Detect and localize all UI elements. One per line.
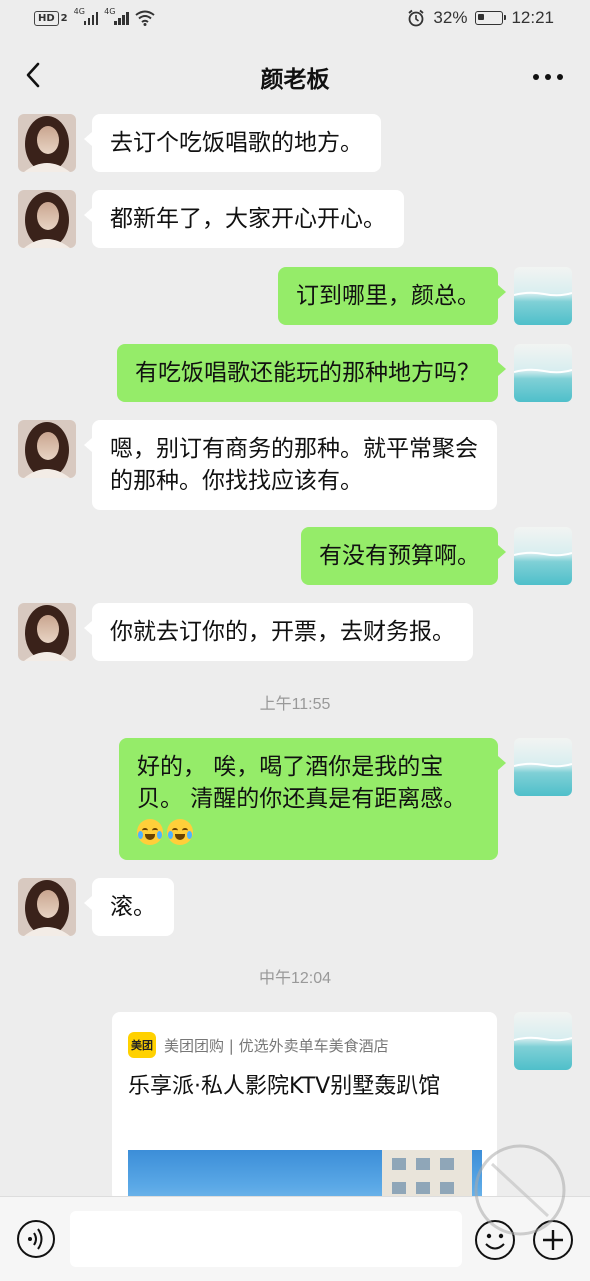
voice-icon[interactable] [16, 1219, 56, 1259]
chat-title[interactable]: 颜老板 [0, 60, 590, 94]
sob-laugh-emoji [137, 818, 163, 845]
status-bar: HD 2 4G 4G 32% 12:21 [0, 0, 590, 40]
chat-header: 颜老板 [0, 40, 590, 110]
message-bubble[interactable]: 有没有预算啊。 [301, 527, 506, 585]
meituan-logo: 美团 [128, 1032, 156, 1058]
alarm-icon [408, 9, 424, 27]
avatar[interactable] [514, 738, 572, 796]
signal-icon: 4G [104, 7, 129, 25]
avatar[interactable] [18, 878, 76, 936]
more-dots-icon[interactable] [528, 60, 568, 94]
avatar[interactable] [514, 344, 572, 402]
sim-label: 2 [60, 12, 68, 24]
avatar[interactable] [18, 603, 76, 661]
status-left: HD 2 4G 4G [34, 7, 155, 26]
card-source: 美团 美团团购 | 优选外卖单车美食酒店 [128, 1032, 389, 1058]
message-bubble[interactable]: 都新年了，大家开心开心。 [84, 190, 404, 248]
avatar[interactable] [18, 190, 76, 248]
message-bubble[interactable]: 去订个吃饭唱歌的地方。 [84, 114, 381, 172]
clock: 12:21 [511, 8, 554, 27]
sob-laugh-emoji [167, 818, 193, 845]
avatar[interactable] [514, 527, 572, 585]
card-thumbnail [128, 1150, 482, 1202]
timestamp: 上午11:55 [259, 696, 331, 713]
message-text: 好的， 唉，喝了酒你是我的宝贝。 清醒的你还真是有距离感。 [137, 754, 467, 812]
message-bubble[interactable]: 好的， 唉，喝了酒你是我的宝贝。 清醒的你还真是有距离感。 [119, 738, 506, 860]
avatar[interactable] [514, 1012, 572, 1070]
card-title: 乐享派·私人影院KTV别墅轰趴馆 [128, 1074, 441, 1099]
avatar[interactable] [18, 420, 76, 478]
message-bubble[interactable]: 滚。 [84, 878, 174, 936]
message-input[interactable] [70, 1211, 462, 1267]
wifi-icon [135, 10, 155, 26]
status-right: 32% 12:21 [407, 8, 554, 28]
battery-icon [475, 11, 507, 25]
hd-badge: HD [34, 10, 59, 26]
signal-icon: 4G [74, 7, 99, 25]
avatar[interactable] [18, 114, 76, 172]
message-bubble[interactable]: 你就去订你的，开票，去财务报。 [84, 603, 473, 661]
battery-percent: 32% [433, 8, 468, 27]
building-image [382, 1150, 472, 1202]
watermark-stamp [474, 1144, 566, 1236]
message-bubble[interactable]: 订到哪里，颜总。 [278, 267, 506, 325]
avatar[interactable] [514, 267, 572, 325]
message-bubble[interactable]: 有吃饭唱歌还能玩的那种地方吗？ [117, 344, 506, 402]
message-bubble[interactable]: 嗯，别订有商务的那种。就平常聚会的那种。你找找应该有。 [84, 420, 497, 510]
shared-link-card[interactable]: 美团 美团团购 | 优选外卖单车美食酒店 乐享派·私人影院KTV别墅轰趴馆 [112, 1012, 497, 1202]
card-source-text: 美团团购 | 优选外卖单车美食酒店 [164, 1036, 389, 1055]
timestamp: 中午12:04 [258, 970, 332, 987]
